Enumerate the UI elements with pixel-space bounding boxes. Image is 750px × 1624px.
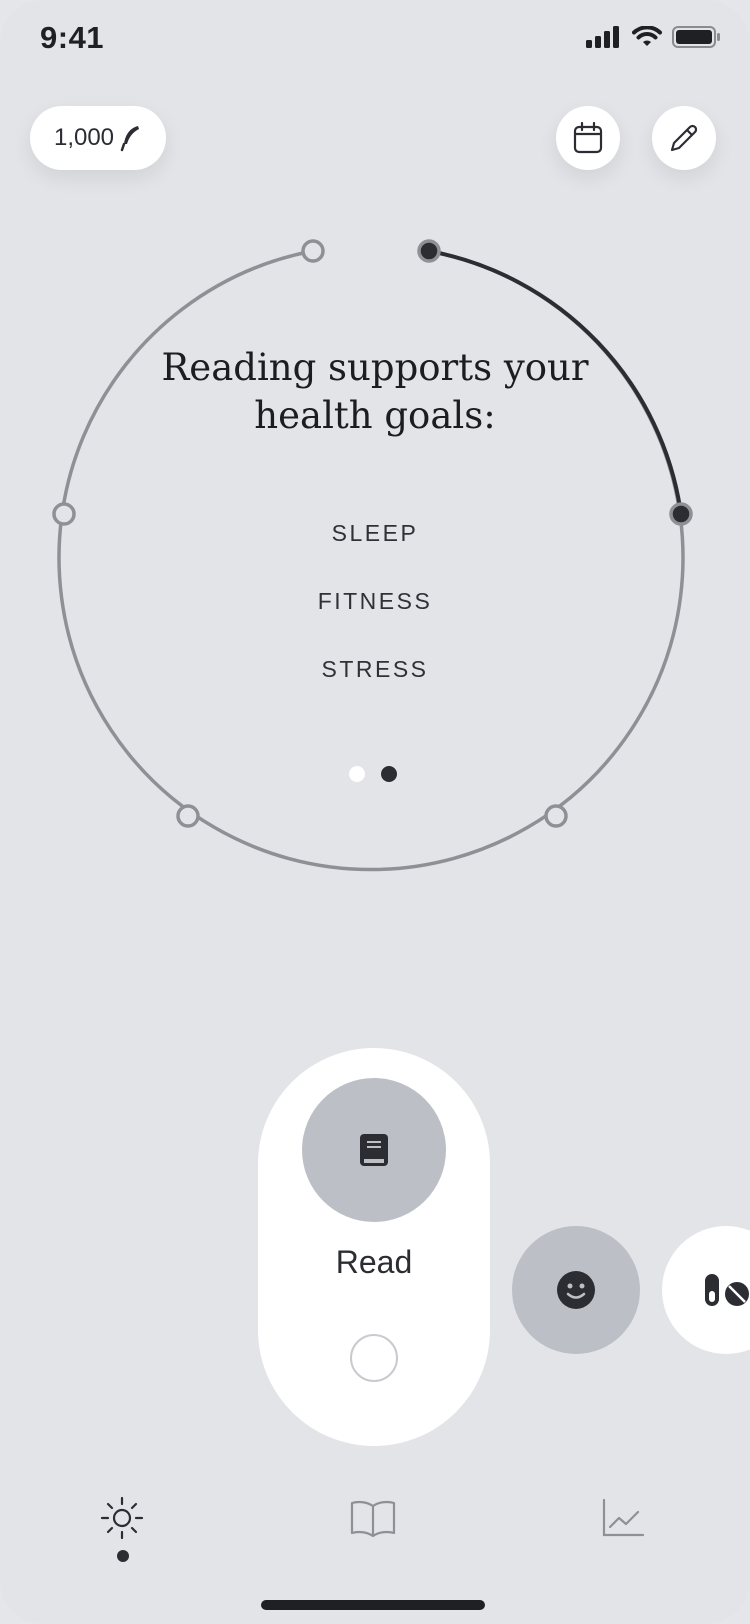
page-dot[interactable] [349,766,365,782]
progress-ring [52,239,693,872]
goal-label: FITNESS [317,588,433,614]
smiley-icon [557,1271,595,1309]
tab-today[interactable] [98,1494,146,1542]
read-label: Read [335,1244,413,1280]
ring-marker[interactable] [52,502,76,526]
read-icon-circle [302,1078,446,1222]
home-indicator[interactable] [261,1600,485,1610]
ring-marker[interactable] [544,804,568,828]
ring-marker-active[interactable] [669,502,693,526]
ring-marker[interactable] [176,804,200,828]
open-book-icon [350,1500,396,1538]
goal-label: STRESS [321,656,429,682]
ring-title: Reading supports your health goals: [161,346,589,437]
tab-learn[interactable] [349,1494,397,1542]
app-screen: 9:41 1,000 Reading supports your health … [0,0,750,1624]
book-icon [360,1134,388,1166]
ring-marker-active[interactable] [417,239,441,263]
pill-icon [705,1274,749,1306]
ring-marker[interactable] [301,239,325,263]
chart-icon [602,1498,645,1537]
active-tab-indicator [117,1550,129,1562]
tab-insights[interactable] [599,1494,647,1542]
sun-icon [100,1496,144,1540]
medication-activity-button[interactable] [662,1226,750,1354]
read-complete-checkbox[interactable] [350,1334,398,1382]
goal-label: SLEEP [331,520,419,546]
read-activity-card[interactable]: Read [258,1048,490,1446]
mood-activity-button[interactable] [512,1226,640,1354]
page-dot-active[interactable] [381,766,397,782]
